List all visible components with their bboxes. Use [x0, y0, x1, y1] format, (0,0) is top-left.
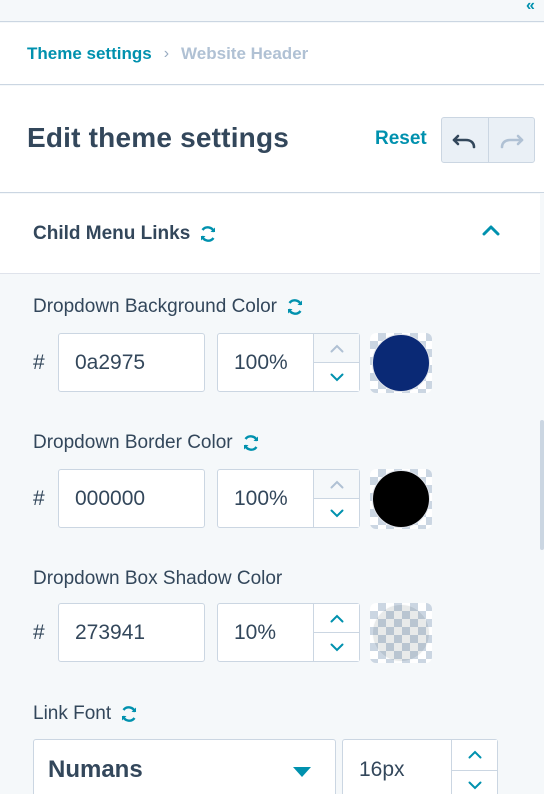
field-label-dropdown-box-shadow-color: Dropdown Box Shadow Color: [33, 568, 282, 590]
page-title: Edit theme settings: [27, 122, 290, 153]
font-family-select[interactable]: Numans: [33, 739, 336, 794]
chevron-right-icon: ›: [163, 44, 170, 62]
decrement-button[interactable]: [452, 770, 497, 794]
color-swatch-box-shadow[interactable]: [370, 603, 432, 663]
chevron-down-icon: [330, 373, 343, 381]
opacity-value[interactable]: 100%: [218, 334, 313, 391]
stepper: [313, 604, 359, 661]
hash-prefix: #: [33, 621, 45, 644]
opacity-stepper-box-shadow[interactable]: 10%: [217, 603, 360, 662]
field-label-text: Dropdown Border Color: [33, 432, 233, 453]
increment-button[interactable]: [314, 334, 359, 363]
chevron-up-icon: [330, 344, 343, 352]
collapse-sidebar-icon[interactable]: «: [526, 0, 544, 14]
opacity-value[interactable]: 10%: [218, 604, 313, 661]
refresh-icon[interactable]: [198, 224, 218, 244]
page-header: Edit theme settings Reset: [0, 86, 544, 193]
refresh-icon[interactable]: [285, 297, 305, 317]
field-label-text: Dropdown Background Color: [33, 296, 277, 317]
increment-button[interactable]: [452, 740, 497, 771]
undo-icon: [452, 134, 476, 149]
stepper: [451, 740, 497, 794]
field-label-link-font: Link Font: [33, 703, 139, 725]
color-swatch-background[interactable]: [370, 333, 432, 393]
opacity-stepper-border[interactable]: 100%: [217, 469, 360, 528]
section-title: Child Menu Links: [33, 222, 191, 244]
reset-button[interactable]: Reset: [375, 128, 427, 150]
decrement-button[interactable]: [314, 499, 359, 527]
font-family-value: Numans: [48, 756, 143, 783]
color-swatch-border[interactable]: [370, 469, 432, 529]
stepper: [313, 470, 359, 527]
color-swatch-circle: [372, 334, 430, 392]
breadcrumb: Theme settings › Website Header: [0, 23, 544, 85]
increment-button[interactable]: [314, 470, 359, 499]
decrement-button[interactable]: [314, 633, 359, 661]
field-label-dropdown-border-color: Dropdown Border Color: [33, 432, 261, 454]
top-strip: «: [0, 0, 544, 22]
undo-redo-group: [441, 117, 535, 163]
scrollbar[interactable]: [540, 420, 544, 550]
hex-input-box-shadow[interactable]: 273941: [58, 603, 205, 662]
undo-button[interactable]: [442, 118, 489, 162]
stepper: [313, 334, 359, 391]
decrement-button[interactable]: [314, 363, 359, 391]
refresh-icon[interactable]: [241, 433, 261, 453]
chevron-up-icon: [468, 750, 481, 759]
chevron-up-icon[interactable]: [482, 224, 500, 236]
hex-input-border[interactable]: 000000: [58, 469, 205, 528]
hex-input-background[interactable]: 0a2975: [58, 333, 205, 392]
refresh-icon[interactable]: [119, 704, 139, 724]
field-label-dropdown-background-color: Dropdown Background Color: [33, 296, 305, 318]
opacity-stepper-background[interactable]: 100%: [217, 333, 360, 392]
opacity-value[interactable]: 100%: [218, 470, 313, 527]
breadcrumb-theme-settings[interactable]: Theme settings: [27, 44, 152, 64]
redo-button[interactable]: [489, 118, 535, 162]
chevron-up-icon: [330, 614, 343, 622]
chevron-down-icon: [330, 509, 343, 517]
section-header-child-menu-links[interactable]: Child Menu Links: [0, 194, 540, 274]
redo-icon: [500, 134, 524, 149]
chevron-up-icon: [330, 480, 343, 488]
chevron-down-icon: [330, 643, 343, 651]
font-size-value[interactable]: 16px: [343, 740, 451, 794]
chevron-down-icon: [468, 781, 481, 790]
field-label-text: Dropdown Box Shadow Color: [33, 568, 283, 589]
breadcrumb-current: Website Header: [181, 43, 309, 63]
font-size-stepper[interactable]: 16px: [342, 739, 498, 794]
field-label-text: Link Font: [33, 703, 112, 724]
hash-prefix: #: [33, 351, 45, 374]
hash-prefix: #: [33, 487, 45, 510]
color-swatch-circle: [372, 604, 430, 662]
color-swatch-circle: [372, 470, 430, 528]
caret-down-icon: [293, 767, 311, 777]
increment-button[interactable]: [314, 604, 359, 633]
